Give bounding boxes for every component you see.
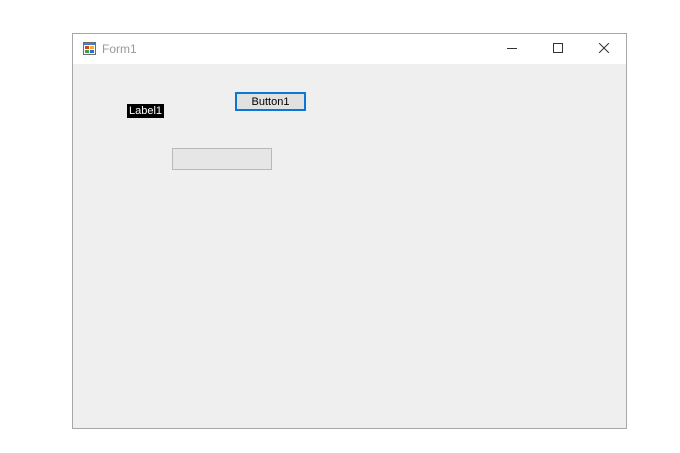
title-bar[interactable]: Form1: [73, 34, 626, 64]
close-icon: [598, 40, 610, 58]
form-app-icon: [83, 42, 96, 55]
minimize-icon: [507, 40, 517, 58]
form1-window: Form1 Label1 Button1: [72, 33, 627, 429]
window-title: Form1: [102, 42, 137, 56]
label1: Label1: [127, 104, 165, 118]
textbox1[interactable]: [172, 148, 272, 170]
form-client-area: Label1 Button1: [73, 64, 626, 428]
maximize-icon: [553, 40, 563, 58]
close-button[interactable]: [581, 34, 627, 64]
button1[interactable]: Button1: [235, 92, 306, 111]
maximize-button[interactable]: [535, 34, 581, 64]
minimize-button[interactable]: [489, 34, 535, 64]
